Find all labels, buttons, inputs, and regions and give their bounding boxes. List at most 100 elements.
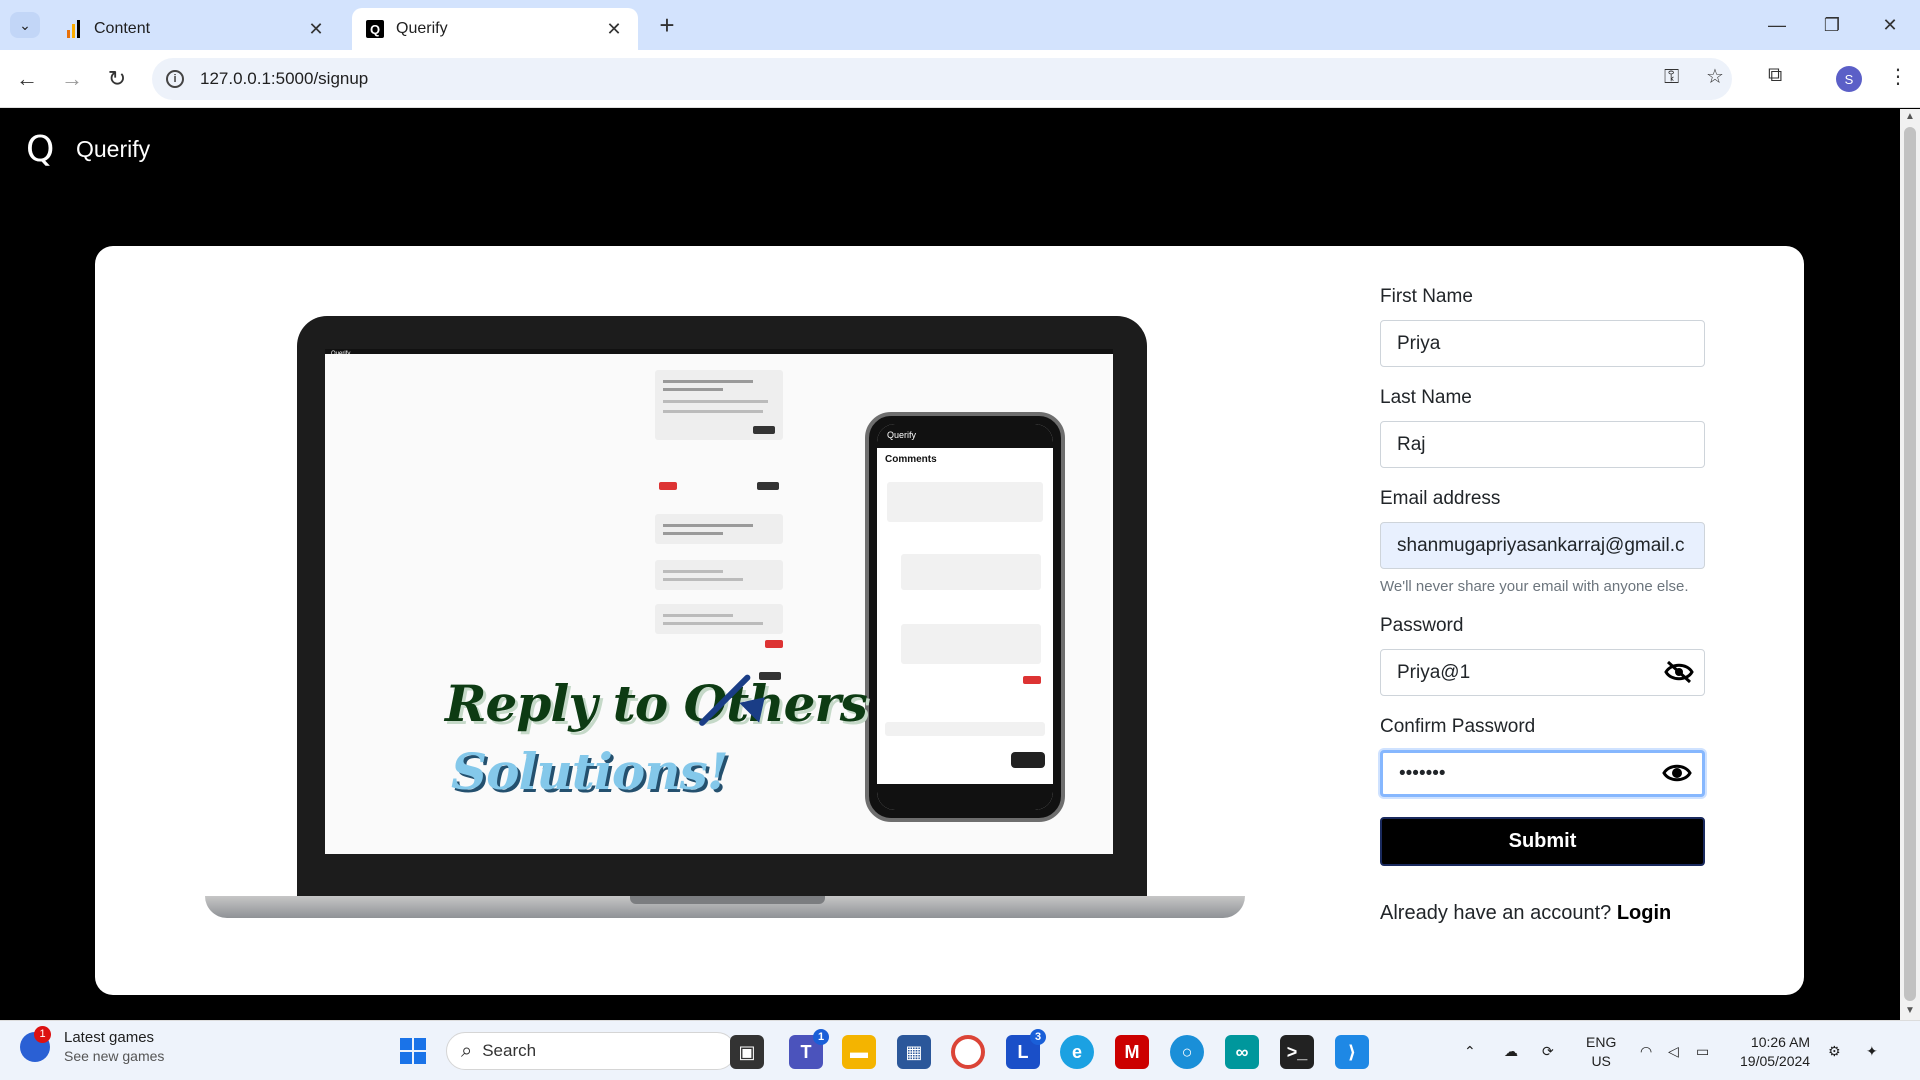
email-help-text: We'll never share your email with anyone… xyxy=(1380,578,1689,595)
copilot-icon[interactable]: ✦ xyxy=(1866,1021,1878,1080)
news-badge: 1 xyxy=(34,1025,51,1043)
news-title: Latest games xyxy=(64,1029,155,1046)
confirm-password-input[interactable]: ••••••• xyxy=(1380,750,1705,797)
windows-start-icon[interactable] xyxy=(396,1034,430,1068)
close-icon[interactable]: ✕ xyxy=(604,19,624,40)
scroll-down-icon[interactable]: ▼ xyxy=(1905,1005,1915,1016)
tab-search-chevron-icon[interactable]: ⌄ xyxy=(10,12,40,38)
settings-gear-icon[interactable]: ⚙ xyxy=(1828,1021,1841,1080)
language-bottom: US xyxy=(1591,1053,1611,1069)
close-icon[interactable]: ✕ xyxy=(306,19,326,40)
url-text: 127.0.0.1:5000/signup xyxy=(200,69,369,88)
forward-arrow-icon[interactable]: → xyxy=(57,64,87,94)
cortana-icon[interactable]: ○ xyxy=(1170,1035,1204,1069)
querify-favicon-icon: Q xyxy=(366,20,384,38)
page-scrollbar[interactable]: ▲ ▼ xyxy=(1900,109,1920,1020)
address-bar[interactable]: i 127.0.0.1:5000/signup xyxy=(152,58,1732,100)
login-row: Already have an account? Login xyxy=(1380,902,1705,925)
bookmark-star-icon[interactable]: ☆ xyxy=(1706,64,1724,89)
news-subtitle: See new games xyxy=(64,1048,165,1064)
page-body: Q Querify Querify Comments Reply to Othe… xyxy=(0,109,1900,1020)
edge-icon[interactable]: e xyxy=(1060,1035,1094,1069)
post-card xyxy=(655,370,783,440)
brand-logo-icon: Q xyxy=(26,129,55,170)
confirm-password-label: Confirm Password xyxy=(1380,716,1536,737)
restore-icon[interactable]: ❐ xyxy=(1812,10,1852,40)
phone-bottom-nav xyxy=(877,784,1053,810)
l-app-badge: 3 xyxy=(1030,1029,1046,1045)
first-name-label: First Name xyxy=(1380,286,1473,307)
l-app-icon[interactable]: L3 xyxy=(1006,1029,1046,1069)
clock-time: 10:26 AM xyxy=(1750,1034,1811,1050)
email-input[interactable]: shanmugapriyasankarraj@gmail.c xyxy=(1380,522,1705,569)
confirm-password-value: ••••••• xyxy=(1399,762,1446,784)
first-name-group: First Name Priya xyxy=(1380,286,1705,367)
phone-comments-heading: Comments xyxy=(885,454,937,465)
profile-avatar[interactable]: S xyxy=(1836,66,1862,92)
chrome-icon[interactable] xyxy=(951,1035,985,1069)
store-icon[interactable]: ▦ xyxy=(897,1035,931,1069)
back-arrow-icon[interactable]: ← xyxy=(12,64,42,94)
last-name-label: Last Name xyxy=(1380,387,1472,408)
eye-off-icon[interactable] xyxy=(1664,660,1694,684)
phone-reply-button xyxy=(1011,752,1045,768)
reload-icon[interactable]: ↻ xyxy=(102,64,132,94)
last-name-input[interactable]: Raj xyxy=(1380,421,1705,468)
bar-chart-icon xyxy=(64,20,82,38)
login-prompt: Already have an account? xyxy=(1380,902,1612,924)
new-tab-plus-icon[interactable]: + xyxy=(652,10,682,40)
submit-button[interactable]: Submit xyxy=(1380,817,1705,866)
email-label: Email address xyxy=(1380,488,1501,509)
password-group: Password Priya@1 xyxy=(1380,615,1705,696)
login-link[interactable]: Login xyxy=(1617,902,1671,924)
clock[interactable]: 10:26 AM 19/05/2024 xyxy=(1740,1033,1810,1071)
minimize-icon[interactable]: — xyxy=(1757,10,1797,40)
wifi-icon[interactable]: ◠ xyxy=(1640,1021,1652,1080)
comment-card xyxy=(655,604,783,634)
email-group: Email address shanmugapriyasankarraj@gma… xyxy=(1380,488,1705,595)
vscode-icon[interactable]: ⟩ xyxy=(1335,1035,1369,1069)
news-icon: 1 xyxy=(20,1025,51,1062)
promo-headline-line1: Reply to Others xyxy=(445,674,868,733)
scroll-thumb[interactable] xyxy=(1904,127,1916,1001)
brand[interactable]: Q Querify xyxy=(26,129,150,170)
last-name-group: Last Name Raj xyxy=(1380,387,1705,468)
search-icon: ⌕ xyxy=(461,1039,473,1062)
first-name-input[interactable]: Priya xyxy=(1380,320,1705,367)
browser-tabbar: ⌄ Content ✕ Q Querify ✕ + — ❐ ✕ xyxy=(0,0,1920,50)
scroll-up-icon[interactable]: ▲ xyxy=(1905,111,1915,122)
window-close-icon[interactable]: ✕ xyxy=(1870,10,1910,40)
language-indicator[interactable]: ENG US xyxy=(1586,1033,1616,1071)
password-key-icon[interactable]: ⚿ xyxy=(1664,66,1679,89)
task-view-icon[interactable]: ▣ xyxy=(730,1035,764,1069)
battery-icon[interactable]: ▭ xyxy=(1696,1021,1709,1080)
phone-screen: Querify Comments xyxy=(877,424,1053,810)
sync-icon[interactable]: ⟳ xyxy=(1542,1021,1554,1080)
comment-card xyxy=(655,514,783,544)
tab-querify[interactable]: Q Querify ✕ xyxy=(352,8,638,50)
laptop-screen: Querify Comments Reply to Others Solutio… xyxy=(325,354,1113,854)
phone-mockup: Querify Comments xyxy=(865,412,1065,822)
confirm-password-group: Confirm Password ••••••• xyxy=(1380,716,1705,797)
taskbar: 1 Latest games See new games ⌕ Search ▣ … xyxy=(0,1020,1920,1080)
brand-name: Querify xyxy=(76,136,151,162)
taskbar-search-placeholder: Search xyxy=(482,1041,537,1060)
file-explorer-icon[interactable]: ▬ xyxy=(842,1035,876,1069)
terminal-icon[interactable]: >_ xyxy=(1280,1035,1314,1069)
onedrive-icon[interactable]: ☁ xyxy=(1504,1021,1518,1080)
taskbar-search[interactable]: ⌕ Search xyxy=(446,1032,736,1070)
volume-icon[interactable]: ◁ xyxy=(1668,1021,1679,1080)
password-input[interactable]: Priya@1 xyxy=(1380,649,1705,696)
laptop-illustration: Querify Comments Reply to Others Solutio… xyxy=(205,316,1245,918)
site-info-icon[interactable]: i xyxy=(166,70,184,88)
password-label: Password xyxy=(1380,615,1464,636)
arduino-icon[interactable]: ∞ xyxy=(1225,1035,1259,1069)
tab-content[interactable]: Content ✕ xyxy=(50,8,340,50)
tray-chevron-icon[interactable]: ⌃ xyxy=(1464,1021,1476,1080)
extensions-puzzle-icon[interactable]: ⧉ xyxy=(1768,64,1782,87)
mcafee-icon[interactable]: M xyxy=(1115,1035,1149,1069)
eye-icon[interactable] xyxy=(1662,761,1692,785)
menu-kebab-icon[interactable]: ⋮ xyxy=(1888,64,1908,89)
teams-icon[interactable]: T1 xyxy=(789,1029,829,1069)
news-widget[interactable]: 1 Latest games See new games xyxy=(20,1025,165,1064)
